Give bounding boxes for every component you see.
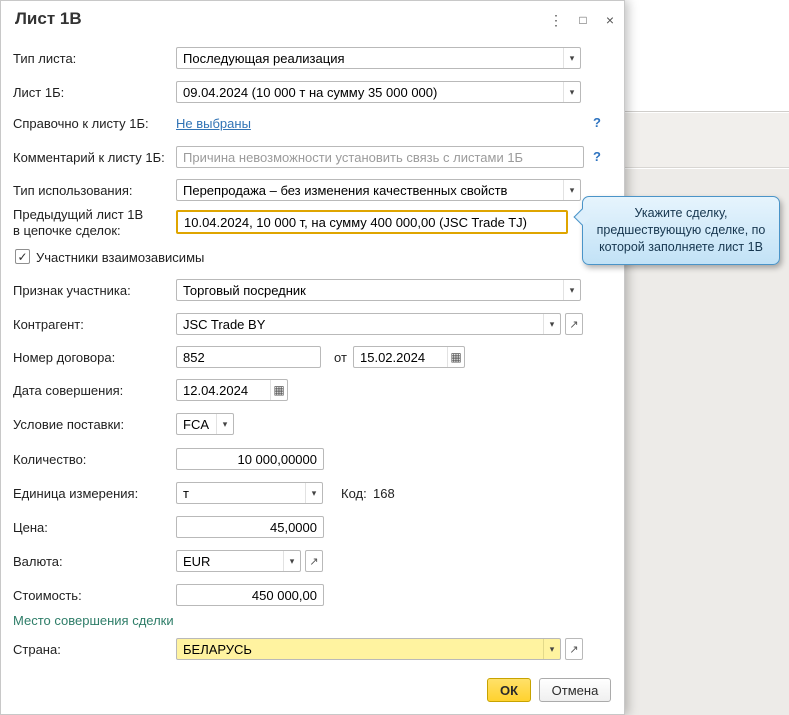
delivery-terms-label: Условие поставки: xyxy=(13,417,125,432)
delivery-terms-select[interactable]: FCA ▾ xyxy=(176,413,234,435)
currency-value: EUR xyxy=(183,553,211,569)
chevron-down-icon[interactable]: ▾ xyxy=(283,551,300,571)
participant-role-value: Торговый посредник xyxy=(183,282,306,298)
chevron-down-icon[interactable]: ▾ xyxy=(563,82,580,102)
usage-type-select[interactable]: Перепродажа – без изменения качественных… xyxy=(176,179,581,201)
dialog-sheet-1v: Лист 1В ⋮ □ × Тип листа: Последующая реа… xyxy=(0,0,625,715)
sheet-1b-label: Лист 1Б: xyxy=(13,85,65,100)
sheet-type-select[interactable]: Последующая реализация ▾ xyxy=(176,47,581,69)
cost-input[interactable]: 450 000,00 xyxy=(176,584,324,606)
background-app-band xyxy=(625,113,789,168)
prev-sheet-label-line2: в цепочке сделок: xyxy=(13,223,121,238)
comment-1b-label: Комментарий к листу 1Б: xyxy=(13,150,165,165)
usage-type-label: Тип использования: xyxy=(13,183,133,198)
chevron-down-icon[interactable]: ▾ xyxy=(563,280,580,300)
ref-1b-link[interactable]: Не выбраны xyxy=(176,116,251,131)
prev-sheet-value: 10.04.2024, 10 000 т, на сумму 400 000,0… xyxy=(184,214,527,230)
sheet-type-value: Последующая реализация xyxy=(183,50,345,66)
chevron-down-icon[interactable]: ▾ xyxy=(563,180,580,200)
chevron-down-icon[interactable]: ▾ xyxy=(563,48,580,68)
unit-label: Единица измерения: xyxy=(13,486,139,501)
contract-date-value: 15.02.2024 xyxy=(360,349,426,365)
country-select[interactable]: БЕЛАРУСЬ ▾ xyxy=(176,638,561,660)
sheet-1b-value: 09.04.2024 (10 000 т на сумму 35 000 000… xyxy=(183,84,438,100)
open-icon[interactable]: ↗ xyxy=(305,550,323,572)
calendar-icon[interactable]: ▦ xyxy=(270,380,287,400)
currency-label: Валюта: xyxy=(13,554,63,569)
open-icon[interactable]: ↗ xyxy=(565,638,583,660)
deal-date-input[interactable]: 12.04.2024 ▦ xyxy=(176,379,288,401)
interdependent-checkbox[interactable]: ✓ xyxy=(15,249,30,264)
close-icon[interactable]: × xyxy=(600,10,620,30)
check-icon: ✓ xyxy=(17,249,28,264)
prev-sheet-input[interactable]: 10.04.2024, 10 000 т, на сумму 400 000,0… xyxy=(176,210,568,234)
unit-code-label: Код: xyxy=(341,486,367,501)
help-icon[interactable]: ? xyxy=(593,115,601,130)
price-value: 45,0000 xyxy=(270,519,317,535)
open-icon[interactable]: ↗ xyxy=(565,313,583,335)
ok-button[interactable]: ОК xyxy=(487,678,531,702)
participant-role-select[interactable]: Торговый посредник ▾ xyxy=(176,279,581,301)
chevron-down-icon[interactable]: ▾ xyxy=(305,483,322,503)
currency-select[interactable]: EUR ▾ xyxy=(176,550,301,572)
counterparty-value: JSC Trade BY xyxy=(183,316,266,332)
country-value: БЕЛАРУСЬ xyxy=(183,641,252,657)
counterparty-select[interactable]: JSC Trade BY ▾ xyxy=(176,313,561,335)
chevron-down-icon[interactable]: ▾ xyxy=(543,314,560,334)
unit-select[interactable]: т ▾ xyxy=(176,482,323,504)
ref-1b-label: Справочно к листу 1Б: xyxy=(13,116,149,131)
screen: Лист 1В ⋮ □ × Тип листа: Последующая реа… xyxy=(0,0,789,715)
contract-from-label: от xyxy=(334,350,347,365)
unit-code-value: 168 xyxy=(373,486,395,501)
chevron-down-icon[interactable]: ▾ xyxy=(543,639,560,659)
sheet-type-label: Тип листа: xyxy=(13,51,77,66)
chevron-down-icon[interactable]: ▾ xyxy=(216,414,233,434)
background-app-top xyxy=(625,0,789,112)
cost-label: Стоимость: xyxy=(13,588,82,603)
more-menu-icon[interactable]: ⋮ xyxy=(546,10,566,30)
hint-tooltip: Укажите сделку, предшествующую сделке, п… xyxy=(573,196,780,265)
usage-type-value: Перепродажа – без изменения качественных… xyxy=(183,182,508,198)
counterparty-label: Контрагент: xyxy=(13,317,84,332)
maximize-icon[interactable]: □ xyxy=(573,10,593,30)
contract-number-input[interactable]: 852 xyxy=(176,346,321,368)
price-input[interactable]: 45,0000 xyxy=(176,516,324,538)
participant-role-label: Признак участника: xyxy=(13,283,131,298)
help-icon[interactable]: ? xyxy=(593,149,601,164)
place-section-title: Место совершения сделки xyxy=(13,613,174,628)
contract-number-value: 852 xyxy=(183,349,205,365)
country-label: Страна: xyxy=(13,642,61,657)
deal-date-label: Дата совершения: xyxy=(13,383,124,398)
calendar-icon[interactable]: ▦ xyxy=(447,347,464,367)
quantity-value: 10 000,00000 xyxy=(237,451,317,467)
delivery-terms-value: FCA xyxy=(183,416,209,432)
quantity-label: Количество: xyxy=(13,452,87,467)
contract-number-label: Номер договора: xyxy=(13,350,116,365)
deal-date-value: 12.04.2024 xyxy=(183,382,249,398)
tooltip-text: Укажите сделку, предшествующую сделке, п… xyxy=(596,206,766,254)
unit-value: т xyxy=(183,485,189,501)
cancel-button[interactable]: Отмена xyxy=(539,678,611,702)
cost-value: 450 000,00 xyxy=(251,587,317,603)
prev-sheet-label-line1: Предыдущий лист 1В xyxy=(13,207,144,222)
comment-1b-input[interactable] xyxy=(176,146,584,168)
interdependent-label[interactable]: Участники взаимозависимы xyxy=(36,250,204,265)
price-label: Цена: xyxy=(13,520,48,535)
quantity-input[interactable]: 10 000,00000 xyxy=(176,448,324,470)
dialog-title: Лист 1В xyxy=(15,9,82,28)
contract-date-input[interactable]: 15.02.2024 ▦ xyxy=(353,346,465,368)
sheet-1b-select[interactable]: 09.04.2024 (10 000 т на сумму 35 000 000… xyxy=(176,81,581,103)
